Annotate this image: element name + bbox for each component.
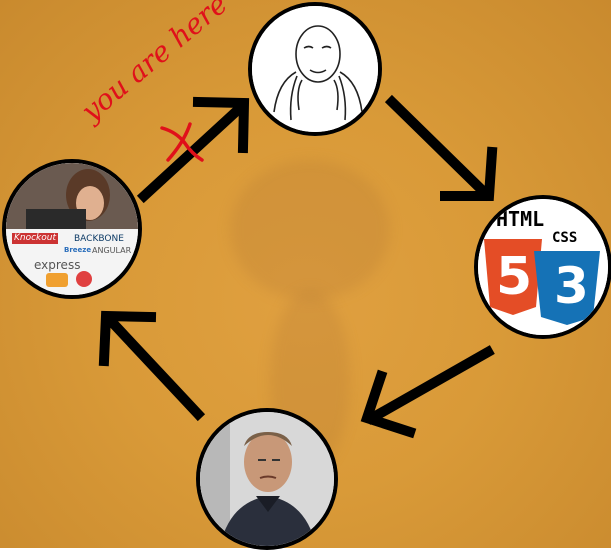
serious-man-image: [196, 408, 338, 550]
knockout-logo: Knockout: [12, 233, 59, 244]
grunt-logo-icon: [46, 273, 68, 287]
overwhelmed-person-icon: [6, 163, 138, 295]
backbone-logo: BACKBONE: [74, 234, 124, 244]
meme-canvas: Knockout BACKBONE Breeze ANGULAR express…: [0, 0, 611, 550]
angular-logo: ANGULAR: [92, 246, 132, 255]
x-mark-icon: [160, 122, 204, 162]
html5-number: 5: [496, 247, 533, 307]
express-logo: express: [34, 258, 81, 272]
frameworks-image: Knockout BACKBONE Breeze ANGULAR express: [2, 159, 142, 299]
bird-logo-icon: [76, 271, 92, 287]
arrow-icon: [98, 310, 206, 422]
satisfied-face-image: [248, 2, 382, 136]
html-css-image: HTML CSS 5 3: [474, 195, 611, 339]
breeze-logo: Breeze: [64, 246, 92, 254]
css3-number: 3: [554, 257, 589, 315]
serious-man-portrait-icon: [200, 412, 334, 546]
arrow-icon: [384, 94, 498, 202]
html-label: HTML: [496, 207, 545, 231]
face-drawing-icon: [252, 6, 378, 132]
arrow-icon: [360, 345, 495, 439]
css-label: CSS: [552, 230, 578, 246]
